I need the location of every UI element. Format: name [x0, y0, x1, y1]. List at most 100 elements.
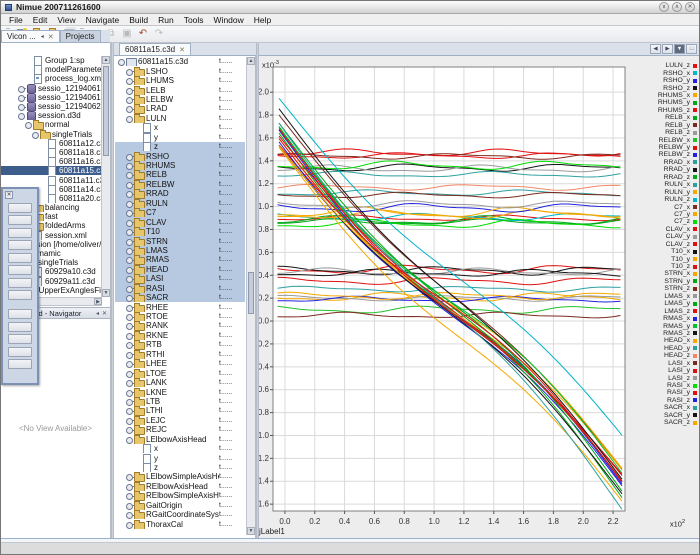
- menu-build[interactable]: Build: [124, 15, 153, 25]
- scroll-tabs-right-icon[interactable]: ▶: [662, 44, 673, 54]
- collapsed-toggle-icon[interactable]: [125, 472, 134, 481]
- tree-row-rrad[interactable]: RRADt......: [115, 189, 245, 198]
- palette-button[interactable]: [8, 334, 32, 344]
- tree-row-lsho[interactable]: LSHOt......: [115, 66, 245, 75]
- tree-row-lhee[interactable]: LHEEt......: [115, 359, 245, 368]
- tree-row-process-log-xml[interactable]: process_log.xml: [1, 74, 102, 83]
- tree-row-60811a15-c3d[interactable]: 60811a15.c3dt......: [115, 57, 245, 66]
- legend-item-rsho_z[interactable]: RSHO_z: [635, 84, 697, 91]
- palette-button[interactable]: [8, 265, 32, 275]
- legend-item-lasi_y[interactable]: LASI_y: [635, 367, 697, 374]
- tree-row-ltb[interactable]: LTBt......: [115, 397, 245, 406]
- tree-row-t10[interactable]: T10t......: [115, 227, 245, 236]
- legend-item-rrad_x[interactable]: RRAD_x: [635, 159, 697, 166]
- tree-row-rthi[interactable]: RTHIt......: [115, 350, 245, 359]
- legend-item-clav_x[interactable]: CLAV_x: [635, 226, 697, 233]
- tree-row-rasi[interactable]: RASIt......: [115, 284, 245, 293]
- collapsed-toggle-icon[interactable]: [125, 388, 134, 397]
- expanded-toggle-icon[interactable]: [125, 114, 134, 123]
- legend-item-c7_z[interactable]: C7_z: [635, 218, 697, 225]
- close-icon[interactable]: ✕: [102, 310, 107, 317]
- tree-row-sessio-1219406172561[interactable]: sessio_1219406172561: [1, 93, 102, 102]
- legend-item-rasi_y[interactable]: RASI_y: [635, 389, 697, 396]
- palette-button[interactable]: [8, 278, 32, 288]
- tree-row-lhums[interactable]: LHUMSt......: [115, 76, 245, 85]
- tree-row-60811a18-c3d[interactable]: 60811a18.c3d: [1, 148, 102, 157]
- legend-item-clav_y[interactable]: CLAV_y: [635, 233, 697, 240]
- collapsed-toggle-icon[interactable]: [125, 425, 134, 434]
- legend-item-sacr_y[interactable]: SACR_y: [635, 412, 697, 419]
- collapsed-toggle-icon[interactable]: [125, 104, 134, 113]
- tree-row-y[interactable]: yt......: [115, 453, 245, 462]
- tree-row-sacr[interactable]: SACRt......: [115, 293, 245, 302]
- legend-item-sacr_x[interactable]: SACR_x: [635, 404, 697, 411]
- tree-row-y[interactable]: yt......: [115, 133, 245, 142]
- tree-row-lelbowsimpleaxishead[interactable]: LElbowSimpleAxisHeadt......: [115, 472, 245, 481]
- collapsed-toggle-icon[interactable]: [17, 93, 26, 102]
- tree-row-lkne[interactable]: LKNEt......: [115, 387, 245, 396]
- collapsed-toggle-icon[interactable]: [125, 482, 134, 491]
- tree-row-rmas[interactable]: RMASt......: [115, 255, 245, 264]
- collapsed-toggle-icon[interactable]: [125, 170, 134, 179]
- palette-button[interactable]: [8, 322, 32, 332]
- tree-row-rkne[interactable]: RKNEt......: [115, 331, 245, 340]
- menu-file[interactable]: File: [4, 15, 28, 25]
- tree-row-modelparameters-mp[interactable]: modelParameters.mp: [1, 65, 102, 74]
- collapsed-toggle-icon[interactable]: [17, 84, 26, 93]
- legend-item-rasi_x[interactable]: RASI_x: [635, 382, 697, 389]
- legend-item-rsho_y[interactable]: RSHO_y: [635, 77, 697, 84]
- tree-row-rtoe[interactable]: RTOEt......: [115, 312, 245, 321]
- menu-help[interactable]: Help: [249, 15, 276, 25]
- line-chart[interactable]: 0.00.20.40.60.81.01.21.41.61.82.02.22.01…: [259, 59, 639, 536]
- tree-row-thoraxcal[interactable]: ThoraxCalt......: [115, 519, 245, 528]
- expanded-toggle-icon[interactable]: [17, 111, 26, 120]
- collapsed-toggle-icon[interactable]: [125, 340, 134, 349]
- floating-palette[interactable]: ✕: [1, 187, 39, 385]
- legend-item-rrad_y[interactable]: RRAD_y: [635, 166, 697, 173]
- tree-row-60811a16-c3d[interactable]: 60811a16.c3d: [1, 157, 102, 166]
- dock-icon[interactable]: ◂: [41, 33, 44, 40]
- expanded-toggle-icon[interactable]: [125, 435, 134, 444]
- collapsed-toggle-icon[interactable]: [125, 293, 134, 302]
- menu-run[interactable]: Run: [153, 15, 179, 25]
- dock-icon[interactable]: ◂: [96, 310, 99, 317]
- scroll-down-icon[interactable]: ▼: [247, 527, 255, 535]
- expanded-toggle-icon[interactable]: [117, 57, 126, 66]
- tree-row-ruln[interactable]: RULNt......: [115, 199, 245, 208]
- legend-item-rhums_x[interactable]: RHUMS_x: [635, 92, 697, 99]
- tree-row-ltoe[interactable]: LTOEt......: [115, 368, 245, 377]
- collapsed-toggle-icon[interactable]: [125, 520, 134, 529]
- tree-row-z[interactable]: zt......: [115, 142, 245, 151]
- palette-button[interactable]: [8, 347, 32, 357]
- collapsed-toggle-icon[interactable]: [125, 67, 134, 76]
- collapsed-toggle-icon[interactable]: [125, 491, 134, 500]
- legend-item-rrad_z[interactable]: RRAD_z: [635, 174, 697, 181]
- tree-row-rtb[interactable]: RTBt......: [115, 340, 245, 349]
- tree-row-sessio-1219406138911[interactable]: sessio_1219406138911: [1, 84, 102, 93]
- legend-item-lasi_z[interactable]: LASI_z: [635, 374, 697, 381]
- maximize-editor-icon[interactable]: □: [686, 44, 697, 54]
- legend-item-rasi_z[interactable]: RASI_z: [635, 397, 697, 404]
- expanded-toggle-icon[interactable]: [24, 120, 33, 129]
- palette-button[interactable]: [8, 215, 32, 225]
- scroll-tabs-left-icon[interactable]: ◀: [650, 44, 661, 54]
- tree-row-rhee[interactable]: RHEEt......: [115, 302, 245, 311]
- collapsed-toggle-icon[interactable]: [125, 331, 134, 340]
- tree-row-relb[interactable]: RELBt......: [115, 170, 245, 179]
- editor-tab-close-icon[interactable]: ✕: [179, 46, 185, 54]
- tree-row-rsho[interactable]: RSHOt......: [115, 151, 245, 160]
- legend-item-ruln_x[interactable]: RULN_x: [635, 181, 697, 188]
- legend-item-rmas_z[interactable]: RMAS_z: [635, 330, 697, 337]
- tree-row-lelb[interactable]: LELBt......: [115, 85, 245, 94]
- collapsed-toggle-icon[interactable]: [125, 312, 134, 321]
- tree-row-lasi[interactable]: LASIt......: [115, 274, 245, 283]
- collapsed-toggle-icon[interactable]: [125, 208, 134, 217]
- tab-close-icon[interactable]: ✕: [48, 33, 54, 41]
- palette-button[interactable]: [8, 253, 32, 263]
- legend-item-lmas_y[interactable]: LMAS_y: [635, 300, 697, 307]
- legend-item-relbw_x[interactable]: RELBW_x: [635, 136, 697, 143]
- palette-close-icon[interactable]: ✕: [5, 191, 13, 199]
- tree-row-c7[interactable]: C7t......: [115, 208, 245, 217]
- menu-window[interactable]: Window: [209, 15, 249, 25]
- tree-row-60811a11-c3d[interactable]: 60811a11.c3d: [1, 175, 102, 184]
